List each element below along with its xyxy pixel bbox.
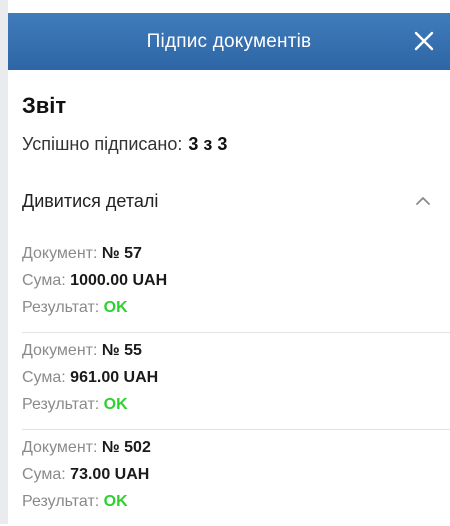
document-item: Документ: № 502 Сума: 73.00 UAH Результа… bbox=[22, 430, 450, 526]
modal-header: Підпис документів bbox=[8, 13, 450, 70]
document-number-line: Документ: № 55 bbox=[22, 341, 142, 361]
sum-label: Сума: bbox=[22, 272, 66, 289]
document-sum-line: Сума: 961.00 UAH bbox=[22, 368, 158, 388]
result-label: Результат: bbox=[22, 493, 100, 510]
document-label: Документ: bbox=[22, 439, 98, 456]
chevron-up-icon bbox=[416, 197, 430, 205]
document-sum-line: Сума: 73.00 UAH bbox=[22, 465, 149, 485]
document-item: Документ: № 57 Сума: 1000.00 UAH Результ… bbox=[22, 236, 450, 333]
result-value: OK bbox=[103, 493, 128, 510]
details-toggle[interactable]: Дивитися деталі bbox=[22, 187, 440, 215]
document-number: № 55 bbox=[101, 342, 142, 359]
signed-value: 3 з 3 bbox=[188, 134, 228, 154]
signing-report-screen: Підпис документів Звіт Успішно підписано… bbox=[0, 0, 450, 524]
result-value: OK bbox=[103, 299, 128, 316]
sum-label: Сума: bbox=[22, 466, 66, 483]
close-button[interactable] bbox=[410, 27, 438, 55]
signed-label: Успішно підписано: bbox=[22, 134, 183, 154]
result-label: Результат: bbox=[22, 299, 100, 316]
sum-value: 961.00 UAH bbox=[70, 369, 159, 386]
document-label: Документ: bbox=[22, 342, 98, 359]
document-number-line: Документ: № 57 bbox=[22, 244, 142, 264]
result-value: OK bbox=[103, 396, 128, 413]
close-icon bbox=[414, 31, 434, 51]
sum-label: Сума: bbox=[22, 369, 66, 386]
background-strip bbox=[0, 0, 8, 524]
sum-value: 73.00 UAH bbox=[70, 466, 150, 483]
documents-list: Документ: № 57 Сума: 1000.00 UAH Результ… bbox=[22, 236, 450, 526]
report-title: Звіт bbox=[22, 93, 67, 118]
document-sum-line: Сума: 1000.00 UAH bbox=[22, 271, 167, 291]
document-result-line: Результат: OK bbox=[22, 492, 128, 512]
modal-title: Підпис документів bbox=[146, 30, 312, 52]
signed-summary: Успішно підписано: 3 з 3 bbox=[22, 134, 227, 155]
document-label: Документ: bbox=[22, 245, 98, 262]
document-number-line: Документ: № 502 bbox=[22, 438, 151, 458]
document-result-line: Результат: OK bbox=[22, 395, 128, 415]
document-number: № 57 bbox=[101, 245, 142, 262]
document-item: Документ: № 55 Сума: 961.00 UAH Результа… bbox=[22, 333, 450, 430]
document-number: № 502 bbox=[101, 439, 151, 456]
sum-value: 1000.00 UAH bbox=[70, 272, 168, 289]
details-label: Дивитися деталі bbox=[22, 190, 159, 211]
document-result-line: Результат: OK bbox=[22, 298, 128, 318]
result-label: Результат: bbox=[22, 396, 100, 413]
